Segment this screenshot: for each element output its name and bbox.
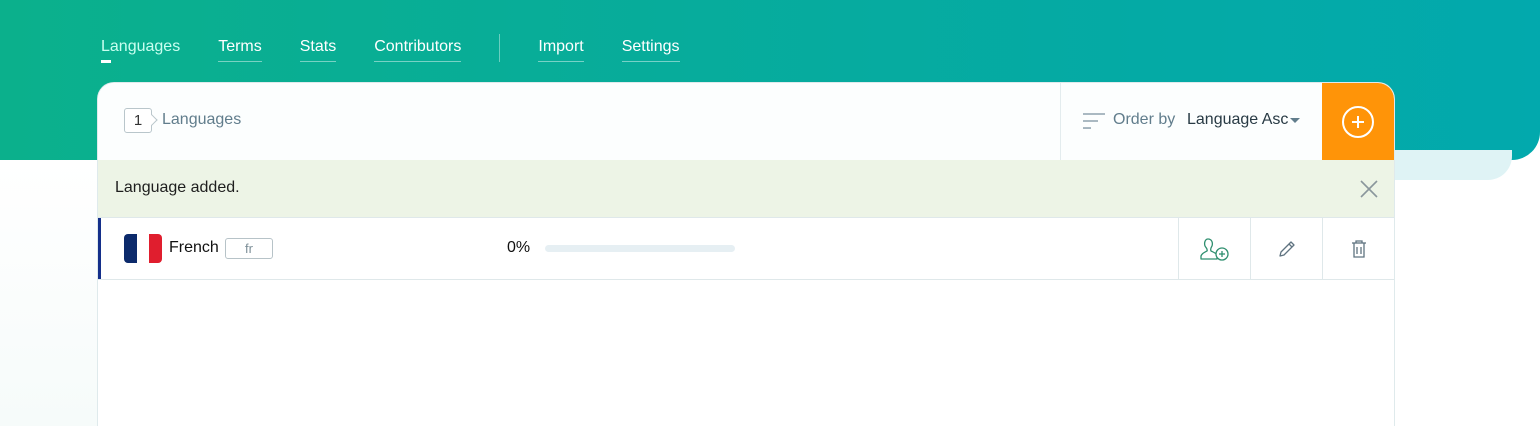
language-code-badge: fr	[225, 238, 273, 259]
add-contributor-button[interactable]	[1178, 218, 1251, 279]
sort-icon	[1083, 113, 1105, 129]
add-language-button[interactable]	[1322, 83, 1394, 160]
row-accent	[98, 218, 101, 279]
alert-message: Language added.	[115, 179, 240, 196]
language-count-label: Languages	[162, 111, 242, 128]
nav-divider	[499, 34, 501, 62]
close-icon[interactable]	[1360, 180, 1378, 198]
order-by-label: Order by	[1113, 111, 1176, 128]
top-navigation: Languages Terms Stats Contributors Impor…	[101, 34, 718, 66]
france-flag-icon	[124, 234, 162, 263]
order-by-value[interactable]: Language Asc	[1187, 111, 1288, 129]
page-background	[0, 160, 98, 426]
language-count-badge: 1	[124, 108, 152, 133]
nav-stats[interactable]: Stats	[299, 36, 337, 62]
nav-languages[interactable]: Languages	[101, 36, 180, 63]
nav-contributors[interactable]: Contributors	[374, 36, 462, 62]
chevron-down-icon[interactable]	[1290, 118, 1300, 123]
trash-icon	[1352, 239, 1366, 258]
languages-card: 1 Languages Order by Language Asc Langua…	[98, 83, 1394, 426]
progress-bar	[545, 245, 735, 252]
nav-terms[interactable]: Terms	[218, 36, 262, 62]
add-contributor-icon	[1200, 237, 1229, 261]
progress-percent: 0%	[507, 239, 531, 256]
language-name[interactable]: French	[169, 239, 219, 257]
delete-language-button[interactable]	[1322, 218, 1394, 279]
language-row[interactable]: French fr 0%	[98, 218, 1394, 280]
nav-import[interactable]: Import	[538, 36, 584, 62]
success-alert: Language added.	[98, 160, 1394, 218]
pencil-icon	[1279, 240, 1295, 257]
edit-language-button[interactable]	[1250, 218, 1323, 279]
plus-circle-icon	[1342, 105, 1374, 138]
card-header: 1 Languages Order by Language Asc	[98, 83, 1394, 161]
order-by-dropdown[interactable]: Order by Language Asc	[1060, 83, 1323, 160]
nav-settings[interactable]: Settings	[621, 36, 680, 62]
